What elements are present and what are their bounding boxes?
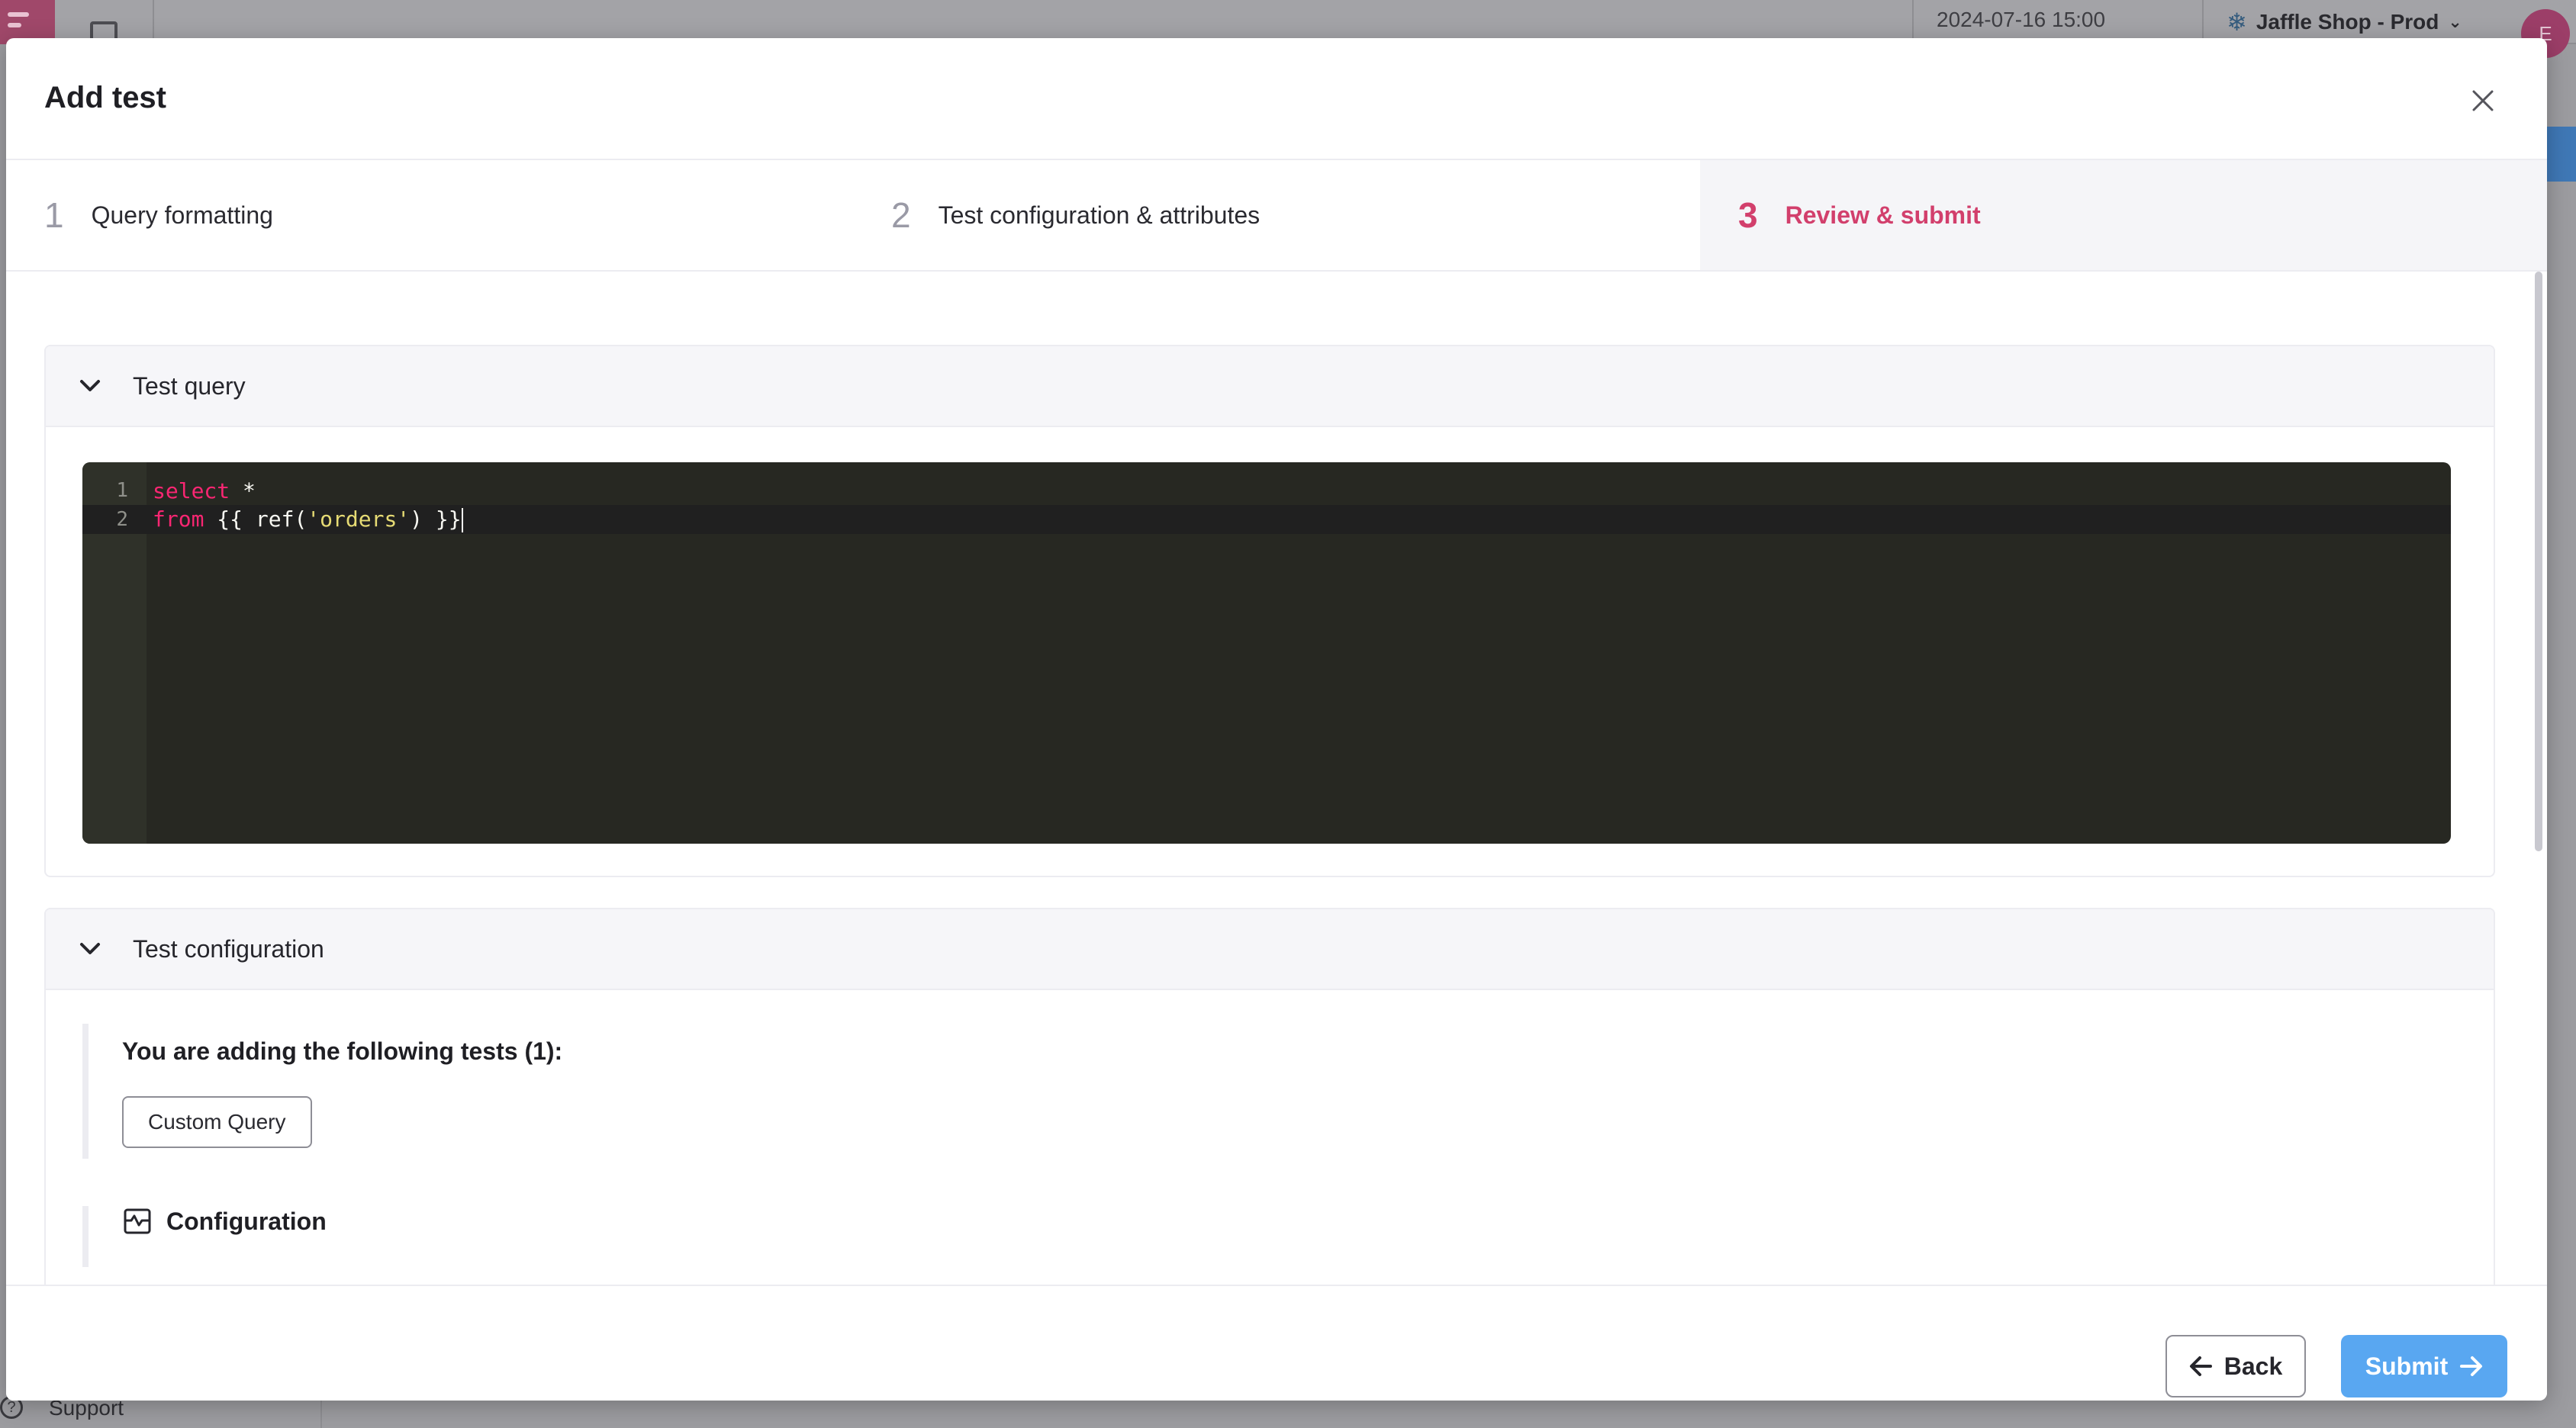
text-cursor [461, 508, 463, 532]
back-button-label: Back [2223, 1352, 2283, 1380]
code-keyword: from [153, 507, 204, 532]
modal-footer: Back Submit [6, 1285, 2547, 1401]
back-button[interactable]: Back [2165, 1335, 2306, 1397]
arrow-left-icon [2189, 1356, 2212, 1376]
submit-button[interactable]: Submit [2341, 1335, 2507, 1397]
step-number: 1 [44, 195, 64, 235]
step-test-configuration[interactable]: 2 Test configuration & attributes [853, 160, 1700, 270]
code-rest: ) }} [410, 507, 462, 532]
code-line: 1 select * [82, 476, 2451, 505]
step-review-submit[interactable]: 3 Review & submit [1700, 160, 2547, 270]
adding-tests-heading: You are adding the following tests (1): [122, 1037, 563, 1065]
code-rest: * [230, 478, 256, 503]
close-button[interactable] [2465, 82, 2501, 119]
chevron-down-icon [80, 943, 100, 954]
chart-settings-icon [124, 1208, 151, 1234]
step-number: 2 [891, 195, 911, 235]
modal-header: Add test [6, 38, 2547, 160]
test-query-section: Test query 1 select * 2 from {{ ref('ord… [44, 345, 2495, 877]
code-string: 'orders' [307, 507, 411, 532]
code-line-current: 2 from {{ ref('orders') }} [82, 505, 2451, 534]
environment-selector[interactable]: ❄ Jaffle Shop - Prod ⌄ [2227, 8, 2462, 37]
add-test-modal: Add test 1 Query formatting 2 Test confi… [6, 38, 2547, 1401]
code-rest: {{ ref( [204, 507, 308, 532]
chevron-down-icon: ⌄ [2448, 12, 2462, 31]
configuration-label: Configuration [166, 1207, 327, 1235]
line-number: 1 [116, 479, 128, 502]
test-configuration-section-header[interactable]: Test configuration [46, 909, 2494, 990]
section-title: Test configuration [133, 934, 324, 963]
chevron-down-icon [80, 380, 100, 391]
modal-body: Test query 1 select * 2 from {{ ref('ord… [6, 272, 2532, 1285]
code-keyword: select [153, 478, 230, 503]
configuration-body: You are adding the following tests (1): … [46, 990, 2494, 1267]
stepper: 1 Query formatting 2 Test configuration … [6, 160, 2547, 272]
line-number: 2 [116, 508, 128, 531]
modal-title: Add test [44, 81, 166, 114]
test-query-section-header[interactable]: Test query [46, 346, 2494, 427]
step-number: 3 [1738, 195, 1758, 235]
background-date: 2024-07-16 15:00 [1937, 8, 2106, 31]
arrow-right-icon [2460, 1356, 2483, 1376]
step-label: Test configuration & attributes [938, 201, 1261, 229]
code-text: select * [153, 478, 256, 503]
configuration-heading: Configuration [122, 1206, 2494, 1237]
code-text: from {{ ref('orders') }} [153, 507, 463, 532]
test-configuration-section: Test configuration You are adding the fo… [44, 908, 2495, 1285]
step-query-formatting[interactable]: 1 Query formatting [6, 160, 853, 270]
tests-summary: You are adding the following tests (1): … [82, 1024, 2494, 1159]
submit-button-label: Submit [2365, 1352, 2449, 1380]
modal-scrollbar[interactable] [2535, 272, 2542, 851]
step-label: Query formatting [91, 201, 273, 229]
snowflake-icon: ❄ [2227, 8, 2247, 36]
close-icon [2472, 90, 2494, 111]
step-label: Review & submit [1785, 201, 1981, 229]
configuration-block: Configuration [82, 1206, 2494, 1267]
test-chip-custom-query[interactable]: Custom Query [122, 1096, 312, 1148]
section-title: Test query [133, 371, 246, 400]
environment-name: Jaffle Shop - Prod [2256, 10, 2439, 34]
code-editor[interactable]: 1 select * 2 from {{ ref('orders') }} [82, 462, 2451, 844]
